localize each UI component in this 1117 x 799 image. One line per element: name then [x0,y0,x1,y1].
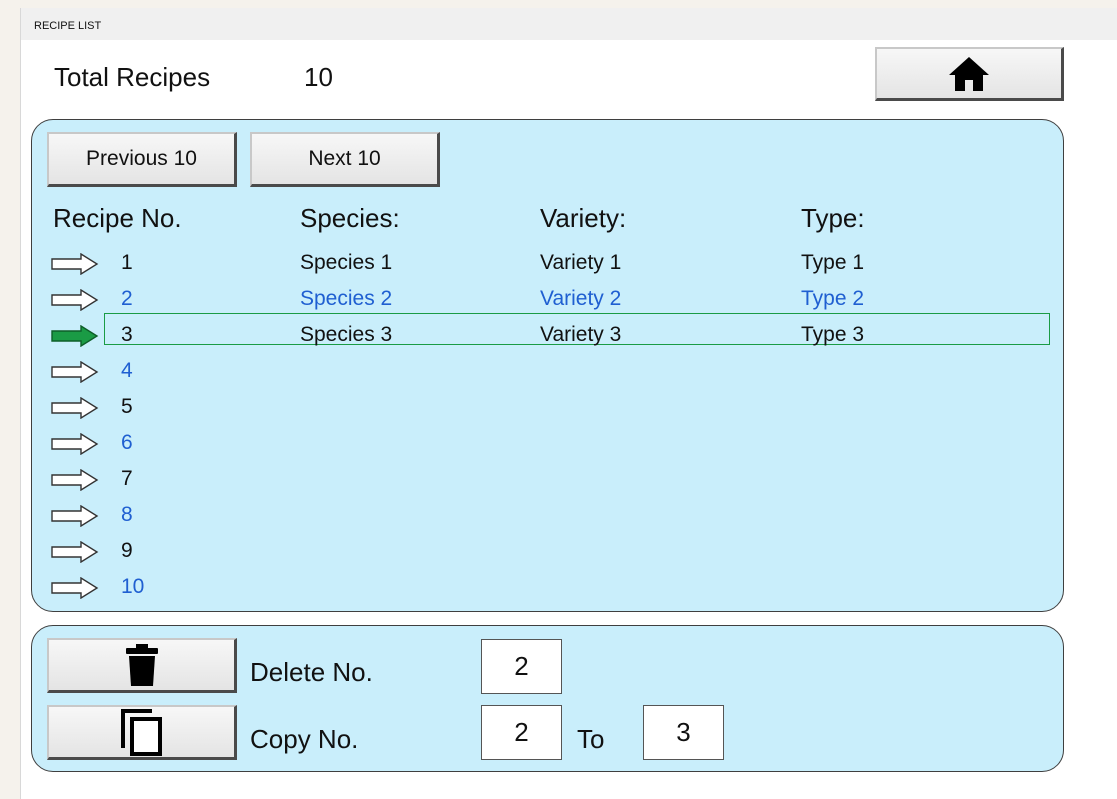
table-row[interactable]: 9 [0,534,1097,570]
cell-recipe-no: 4 [121,359,133,382]
home-button[interactable] [875,47,1064,101]
table-row[interactable]: 4 [0,354,1097,390]
cell-recipe-no: 3 [121,323,133,346]
table-row[interactable]: 6 [0,426,1097,462]
total-recipes-value: 10 [304,62,333,92]
row-arrow-icon[interactable] [51,505,99,527]
row-arrow-icon[interactable] [51,289,99,311]
table-row[interactable]: 5 [0,390,1097,426]
row-arrow-icon[interactable] [51,577,99,599]
next-10-button[interactable]: Next 10 [250,132,440,187]
row-arrow-icon[interactable] [51,541,99,563]
delete-no-field[interactable]: 2 [481,639,562,694]
cell-type: Type 3 [801,323,865,346]
table-row[interactable]: 3 Species 3 Variety 3 Type 3 [0,318,1097,354]
cell-recipe-no: 8 [121,503,133,526]
row-arrow-icon[interactable] [51,361,99,383]
cell-recipe-no: 9 [121,539,133,562]
cell-type: Type 2 [801,287,865,310]
row-arrow-icon[interactable] [51,433,99,455]
table-row[interactable]: 7 [0,462,1097,498]
row-arrow-icon[interactable] [51,397,99,419]
cell-recipe-no: 7 [121,467,133,490]
cell-species: Species 3 [300,323,393,346]
home-icon [949,56,989,91]
cell-variety: Variety 2 [540,287,622,310]
cell-species: Species 2 [300,287,393,310]
title-bar: RECIPE LIST [21,8,1117,40]
selected-arrow-icon[interactable] [51,325,99,347]
cell-variety: Variety 1 [540,251,622,274]
copy-button[interactable] [47,705,237,760]
cell-recipe-no: 2 [121,287,133,310]
copy-no-label: Copy No. [250,724,359,754]
cell-recipe-no: 5 [121,395,133,418]
cell-type: Type 1 [801,251,865,274]
table-row[interactable]: 1 Species 1 Variety 1 Type 1 [0,246,1097,282]
trash-icon [125,644,158,686]
copy-to-label: To [577,724,605,754]
copy-from-field[interactable]: 2 [481,705,562,760]
table-row[interactable]: 2 Species 2 Variety 2 Type 2 [0,282,1097,318]
delete-no-label: Delete No. [250,657,373,687]
copy-to-field[interactable]: 3 [643,705,724,760]
cell-recipe-no: 6 [121,431,133,454]
row-arrow-icon[interactable] [51,469,99,491]
column-header-variety: Variety: [540,203,627,233]
cell-variety: Variety 3 [540,323,622,346]
table-row[interactable]: 10 [0,570,1097,606]
window-title: RECIPE LIST [34,20,102,32]
previous-10-button[interactable]: Previous 10 [47,132,237,187]
table-row[interactable]: 8 [0,498,1097,534]
column-header-type: Type: [801,203,865,233]
cell-recipe-no: 1 [121,251,133,274]
total-recipes-label: Total Recipes [54,62,211,92]
cell-species: Species 1 [300,251,393,274]
row-arrow-icon[interactable] [51,253,99,275]
delete-button[interactable] [47,638,237,693]
column-header-species: Species: [300,203,400,233]
copy-icon [120,709,162,756]
column-header-recipe-no: Recipe No. [53,203,182,233]
cell-recipe-no: 10 [121,575,145,598]
